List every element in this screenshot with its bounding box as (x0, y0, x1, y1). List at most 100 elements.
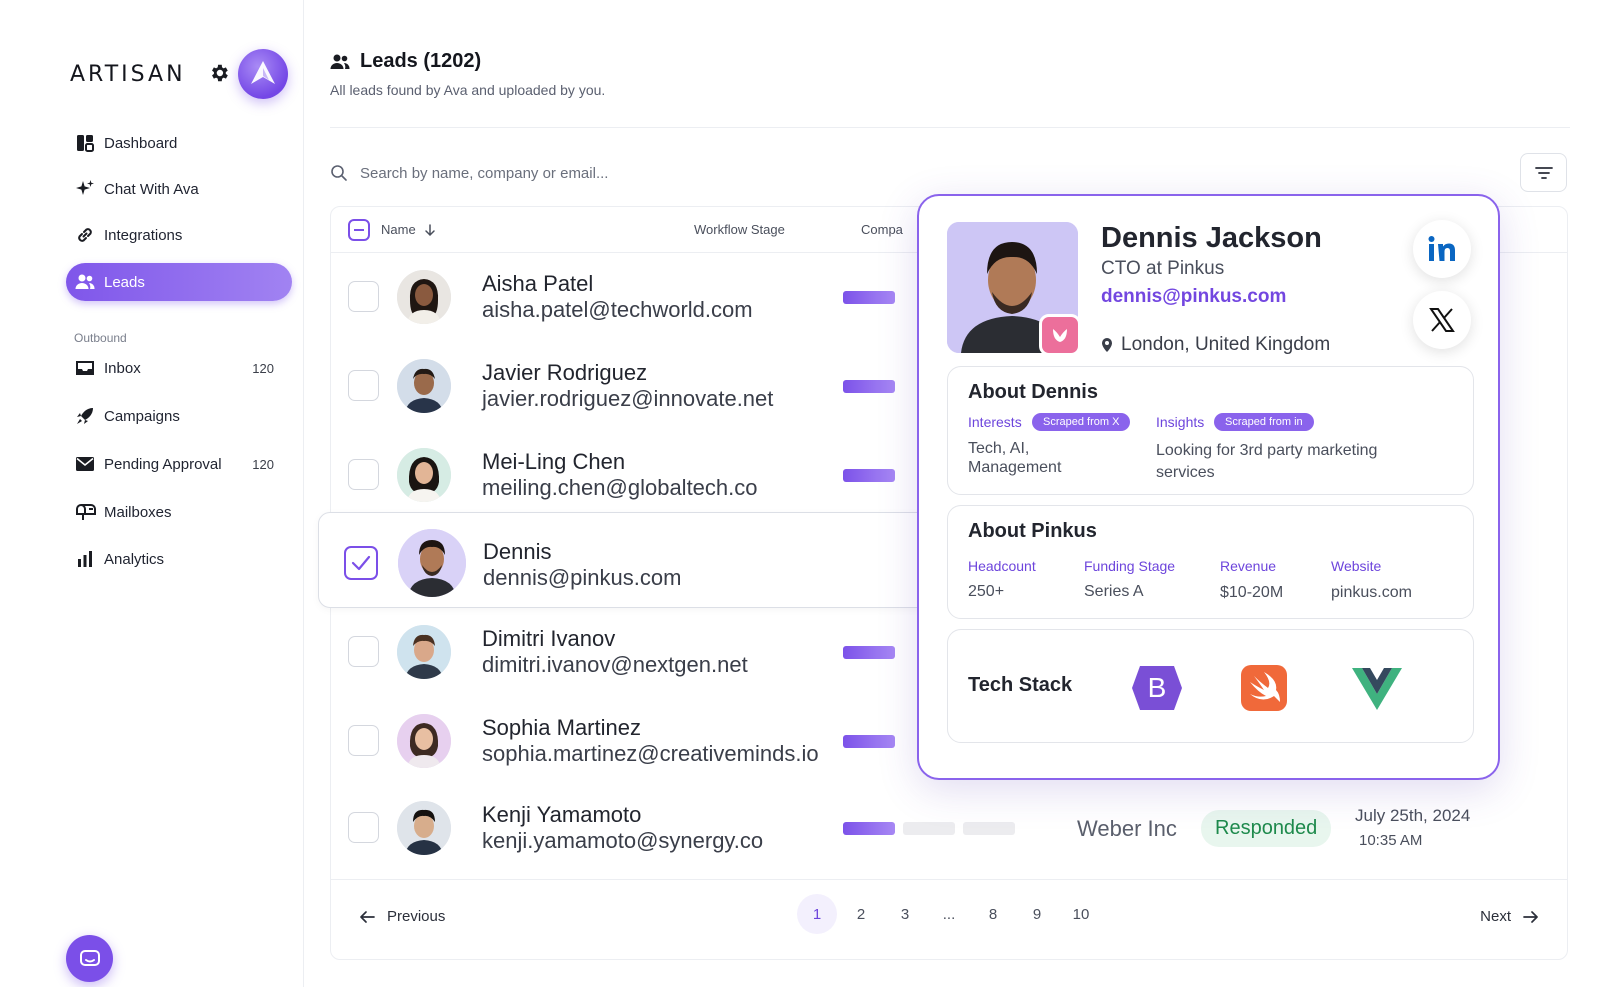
page-2[interactable]: 2 (841, 894, 881, 934)
page-1[interactable]: 1 (797, 894, 837, 934)
column-label: Name (381, 222, 416, 237)
rocket-icon (66, 406, 104, 426)
nav-chat-with-ava[interactable]: Chat With Ava (66, 170, 292, 208)
row-checkbox[interactable] (348, 459, 379, 490)
lead-email: dimitri.ivanov@nextgen.net (482, 652, 748, 677)
status-badge: Responded (1201, 810, 1332, 847)
workflow-stage (843, 646, 895, 659)
workflow-stage (843, 822, 1015, 835)
previous-label: Previous (387, 908, 446, 925)
avatar (397, 801, 451, 855)
x-button[interactable] (1413, 291, 1471, 349)
row-checkbox-checked[interactable] (344, 546, 378, 580)
workflow-stage (843, 380, 895, 393)
avatar (397, 270, 451, 324)
nav-pending-approval[interactable]: Pending Approval 120 (66, 445, 292, 483)
linkedin-button[interactable] (1413, 220, 1471, 278)
chat-icon (79, 949, 100, 966)
website-value[interactable]: pinkus.com (1331, 583, 1412, 602)
search-input[interactable] (360, 164, 860, 182)
x-icon (1429, 308, 1455, 332)
nav-dashboard[interactable]: Dashboard (66, 124, 292, 162)
page-9[interactable]: 9 (1017, 894, 1057, 934)
link-icon (66, 225, 104, 245)
lead-name: Javier Rodriguez (482, 360, 648, 385)
page-10[interactable]: 10 (1061, 894, 1101, 934)
column-header-company[interactable]: Compa (861, 222, 903, 237)
avatar (397, 359, 451, 413)
nav-campaigns[interactable]: Campaigns (66, 397, 292, 435)
ava-avatar[interactable] (238, 49, 288, 99)
headcount-value: 250+ (968, 583, 1005, 600)
workflow-stage (843, 469, 895, 482)
pagination: Previous 1 2 3 ... 8 9 10 Next (331, 879, 1567, 959)
lead-email: sophia.martinez@creativeminds.io (482, 741, 819, 766)
about-company-title: About Pinkus (968, 520, 1097, 542)
mailbox-icon (66, 502, 104, 522)
table-row[interactable]: Kenji Yamamoto kenji.yamamoto@synergy.co… (331, 782, 1567, 872)
bootstrap-logo: B (1130, 664, 1182, 712)
check-icon (351, 555, 371, 571)
about-person-title: About Dennis (968, 381, 1098, 403)
dashboard-icon (66, 134, 104, 152)
tech-stack-section: Tech Stack B (947, 629, 1474, 743)
nav-label: Analytics (104, 550, 165, 568)
table-row-selected[interactable]: Dennis dennis@pinkus.com (318, 512, 938, 608)
nav-label: Dashboard (104, 134, 178, 152)
column-header-workflow[interactable]: Workflow Stage (694, 222, 785, 237)
search-icon (331, 165, 347, 181)
bar-chart-icon (66, 550, 104, 568)
users-icon (330, 54, 350, 69)
lead-name: Dennis (483, 539, 552, 564)
column-header-name[interactable]: Name (381, 222, 437, 237)
row-checkbox[interactable] (348, 636, 379, 667)
nav-label: Pending Approval (104, 455, 222, 473)
sort-down-icon (424, 223, 435, 236)
page-numbers: 1 2 3 ... 8 9 10 (797, 894, 1101, 934)
row-checkbox[interactable] (348, 370, 379, 401)
insights-label: Insights (1156, 414, 1205, 430)
row-checkbox[interactable] (348, 812, 379, 843)
nav-label: Campaigns (104, 407, 180, 425)
lead-time: 10:35 AM (1359, 832, 1423, 849)
envelope-icon (66, 456, 104, 472)
lead-email: aisha.patel@techworld.com (482, 297, 753, 322)
users-icon (66, 273, 104, 291)
location-pin-icon (1102, 338, 1112, 352)
nav-inbox[interactable]: Inbox 120 (66, 349, 292, 387)
bootstrap-letter: B (1148, 672, 1167, 703)
avatar (397, 625, 451, 679)
next-label: Next (1480, 908, 1511, 925)
filter-button[interactable] (1520, 153, 1567, 192)
row-checkbox[interactable] (348, 281, 379, 312)
nav-integrations[interactable]: Integrations (66, 216, 292, 254)
divider (330, 127, 1570, 128)
profile-email[interactable]: dennis@pinkus.com (1101, 286, 1286, 308)
lead-email: meiling.chen@globaltech.co (482, 475, 758, 500)
website-label: Website (1331, 558, 1382, 574)
page-title: Leads (1202) (330, 50, 481, 73)
lead-company: Weber Inc (1077, 816, 1177, 841)
page-3[interactable]: 3 (885, 894, 925, 934)
nav-count: 120 (252, 360, 274, 376)
nav-leads[interactable]: Leads (66, 263, 292, 301)
gear-icon[interactable] (208, 62, 230, 84)
artisan-logo[interactable]: ARTISAN (70, 62, 186, 87)
next-button[interactable]: Next (1480, 908, 1539, 925)
row-checkbox[interactable] (348, 725, 379, 756)
about-person-section: About Dennis Interests Scraped from X Te… (947, 366, 1474, 495)
nav-analytics[interactable]: Analytics (66, 540, 292, 578)
select-all-checkbox[interactable] (348, 219, 370, 241)
tech-stack-title: Tech Stack (968, 674, 1073, 696)
profile-name: Dennis Jackson (1101, 222, 1322, 254)
lead-email: javier.rodriguez@innovate.net (482, 386, 774, 411)
page-8[interactable]: 8 (973, 894, 1013, 934)
previous-button[interactable]: Previous (359, 908, 445, 925)
location-text: London, United Kingdom (1121, 334, 1331, 355)
support-chat-button[interactable] (66, 935, 113, 982)
swift-logo (1240, 664, 1292, 712)
avatar (397, 448, 451, 502)
workflow-stage (843, 735, 895, 748)
revenue-label: Revenue (1220, 558, 1277, 574)
nav-mailboxes[interactable]: Mailboxes (66, 493, 292, 531)
